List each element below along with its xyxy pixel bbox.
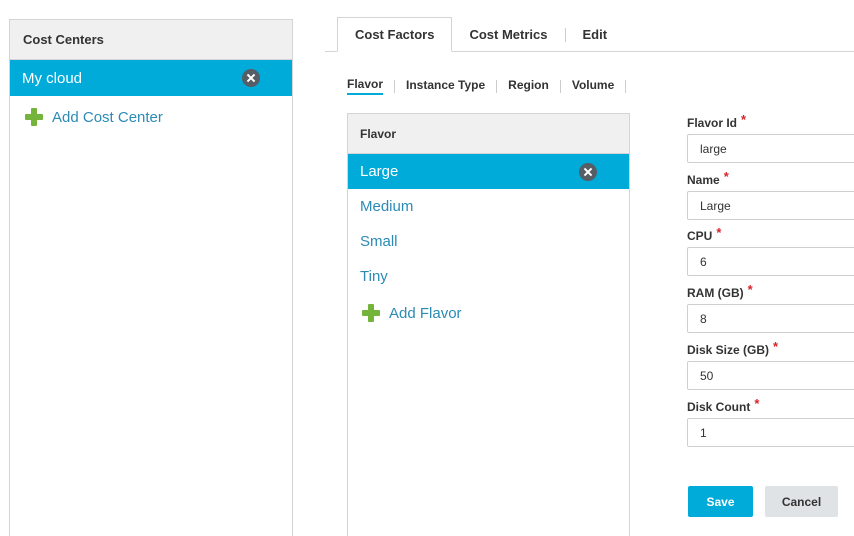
field-label-text: CPU [687,229,713,243]
flavor-item-tiny[interactable]: Tiny [348,259,629,294]
field-label-text: Disk Count [687,400,751,414]
subtab-divider [496,79,498,93]
subtab-flavor[interactable]: Flavor [347,77,384,95]
cost-centers-header: Cost Centers [10,20,292,60]
tab-label: Edit [582,26,608,42]
field-label: Flavor Id * [687,111,854,133]
add-cost-center-link[interactable]: Add Cost Center [25,108,163,126]
tab-edit[interactable]: Edit [566,17,625,51]
add-flavor-link[interactable]: Add Flavor [362,304,462,322]
tab-cost-factors[interactable]: Cost Factors [337,17,453,52]
field-label: Disk Size (GB) * [687,338,854,360]
flavor-item-large[interactable]: Large [348,154,629,189]
required-asterisk: * [723,168,729,184]
subtab-volume[interactable]: Volume [572,78,614,94]
name-input[interactable] [687,191,854,220]
subtab-region[interactable]: Region [508,78,549,94]
disk-size-field: Disk Size (GB) * [687,338,854,390]
ram-input[interactable] [687,304,854,333]
flavor-item-label: Small [360,233,398,250]
field-label-text: RAM (GB) [687,286,744,300]
ram-field: RAM (GB) * [687,281,854,333]
flavor-item-medium[interactable]: Medium [348,189,629,224]
tab-cost-metrics[interactable]: Cost Metrics [452,17,564,51]
flavor-item-label: Tiny [360,268,388,285]
disk-size-input[interactable] [687,361,854,390]
cost-factor-subtabs: Flavor Instance Type Region Volume [347,76,637,96]
required-asterisk: * [754,395,760,411]
cost-center-item-label: My cloud [22,69,83,87]
close-circle-icon[interactable] [579,163,597,181]
required-asterisk: * [773,338,779,354]
cost-center-item-my-cloud[interactable]: My cloud [10,60,292,96]
plus-icon [362,304,380,322]
cpu-input[interactable] [687,247,854,276]
flavor-item-small[interactable]: Small [348,224,629,259]
main-tabs: Cost Factors Cost Metrics Edit [325,17,854,52]
required-asterisk: * [741,111,747,127]
flavor-id-field: Flavor Id * [687,111,854,163]
field-label: Disk Count * [687,395,854,417]
field-label: Name * [687,168,854,190]
flavor-list-header: Flavor [348,114,629,154]
cancel-button[interactable]: Cancel [765,486,838,517]
subtab-divider [394,79,396,93]
field-label: RAM (GB) * [687,281,854,303]
close-circle-icon[interactable] [242,69,260,87]
field-label: CPU * [687,224,854,246]
flavor-id-input[interactable] [687,134,854,163]
save-button[interactable]: Save [688,486,753,517]
field-label-text: Flavor Id [687,116,738,130]
subtab-divider [625,79,627,93]
cost-centers-panel: Cost Centers My cloud Add Cost Center [9,19,293,536]
flavor-list-panel: Flavor Large Medium Small Tiny Add Flavo… [347,113,630,536]
tab-label: Cost Factors [355,27,435,42]
disk-count-field: Disk Count * [687,395,854,447]
required-asterisk: * [747,281,753,297]
tab-label: Cost Metrics [469,26,548,42]
cpu-field: CPU * [687,224,854,276]
subtab-divider [559,79,561,93]
field-label-text: Disk Size (GB) [687,343,770,357]
add-flavor-label: Add Flavor [389,304,462,322]
flavor-item-label: Large [360,163,399,180]
disk-count-input[interactable] [687,418,854,447]
field-label-text: Name [687,173,720,187]
flavor-item-label: Medium [360,198,414,215]
add-cost-center-label: Add Cost Center [52,108,163,126]
plus-icon [25,108,43,126]
subtab-instance-type[interactable]: Instance Type [406,78,485,94]
name-field: Name * [687,168,854,220]
required-asterisk: * [716,224,722,240]
